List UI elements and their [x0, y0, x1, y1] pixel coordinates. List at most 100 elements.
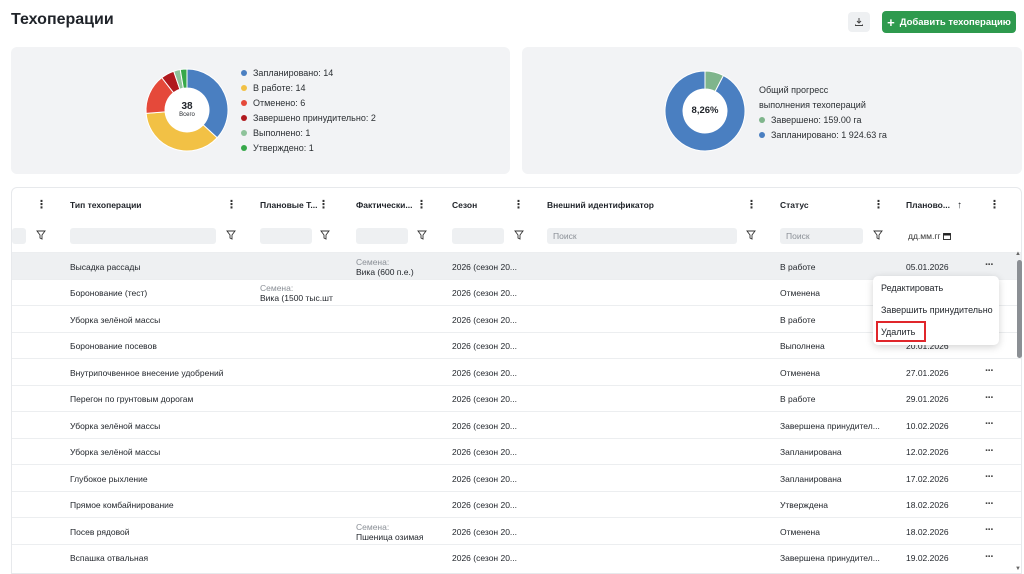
- row-actions-icon[interactable]: ···: [985, 259, 994, 271]
- row-actions-icon[interactable]: ···: [985, 392, 994, 404]
- row-actions-icon[interactable]: ···: [985, 365, 994, 377]
- planned-value: Вика (1500 тыс.шт: [260, 293, 333, 303]
- table-row[interactable]: Уборка зелёной массы 2026 (сезон 20... В р…: [12, 305, 1021, 332]
- cell-type: Уборка зелёной массы: [70, 447, 161, 457]
- status-search-input[interactable]: Поиск: [780, 228, 863, 244]
- column-menu-icon[interactable]: ⋮: [873, 199, 884, 211]
- date-filter-input[interactable]: дд.мм.гг: [908, 228, 951, 244]
- filter-row: Поиск Поиск дд.мм.гг: [12, 222, 1021, 252]
- planned-date-label: Планово...: [906, 200, 950, 210]
- actual-value: Вика (600 п.е.): [356, 266, 414, 277]
- row-actions-icon[interactable]: ···: [985, 418, 994, 430]
- cell-status: Запланирована: [780, 473, 842, 484]
- header-external-id[interactable]: Внешний идентификатор: [547, 188, 654, 222]
- row-actions-icon[interactable]: ···: [985, 498, 994, 510]
- filter-icon[interactable]: [873, 229, 883, 241]
- progress-title-line1: Общий прогресс: [759, 84, 829, 95]
- row-actions-icon[interactable]: ···: [985, 551, 994, 563]
- filter-icon[interactable]: [36, 229, 46, 241]
- legend-label: Завершено: 159.00 га: [771, 114, 862, 125]
- planned-filter-input[interactable]: [260, 228, 312, 244]
- row-actions-icon[interactable]: ···: [985, 524, 994, 536]
- cell-planned: Семена: Вика (1500 тыс.шт: [260, 280, 340, 307]
- scroll-up-icon[interactable]: ▲: [1015, 251, 1021, 257]
- table-row[interactable]: Высадка рассады Семена: Вика (600 п.е.) 202…: [12, 252, 1021, 279]
- sort-asc-icon[interactable]: ↑: [957, 200, 962, 211]
- cell-planned-date: 18.02.2026: [906, 500, 949, 510]
- cell-season: 2026 (сезон 20...: [452, 367, 518, 378]
- filter-icon[interactable]: [320, 229, 330, 241]
- calendar-icon[interactable]: [942, 232, 951, 240]
- header-planned[interactable]: Плановые Т...: [260, 188, 317, 222]
- cell-season: 2026 (сезон 20...: [452, 526, 518, 537]
- header-status[interactable]: Статус: [780, 188, 809, 222]
- column-menu-icon[interactable]: ⋮: [989, 199, 1000, 211]
- menu-item-force-finish[interactable]: Завершить принудительно: [881, 303, 993, 317]
- header-type[interactable]: Тип техоперации: [70, 188, 142, 222]
- filter-icon[interactable]: [746, 229, 756, 241]
- table-row[interactable]: Внутрипочвенное внесение удобрений 2026 (…: [12, 358, 1021, 385]
- legend-label: В работе: 14: [253, 82, 306, 93]
- column-menu-icon[interactable]: ⋮: [746, 199, 757, 211]
- legend-dot-icon: [241, 114, 247, 121]
- cell-planned-date: 17.02.2026: [906, 473, 949, 484]
- date-placeholder: дд.мм.гг: [908, 231, 941, 241]
- header-actual[interactable]: Фактически...: [356, 188, 412, 222]
- external-id-search-input[interactable]: Поиск: [547, 228, 737, 244]
- cell-season: 2026 (сезон 20...: [452, 420, 518, 431]
- header-planned-date[interactable]: Планово... ↑: [906, 188, 962, 222]
- filter-icon[interactable]: [514, 229, 524, 241]
- cell-season: 2026 (сезон 20...: [452, 288, 518, 298]
- column-menu-icon[interactable]: ⋮: [416, 199, 427, 211]
- legend-label: Отменено: 6: [253, 97, 306, 108]
- legend-item: Завершено принудительно: 2: [241, 110, 376, 125]
- table-row[interactable]: Глубокое рыхление 2026 (сезон 20... Заплан…: [12, 464, 1021, 491]
- table-row[interactable]: Посев рядовой Семена: Пшеница озимая 2026 (…: [12, 517, 1021, 544]
- row-actions-icon[interactable]: ···: [985, 445, 994, 457]
- cell-type: Уборка зелёной массы: [70, 420, 161, 431]
- cell-type: Боронование (тест): [70, 288, 148, 298]
- actual-filter-input[interactable]: [356, 228, 408, 244]
- cell-season: 2026 (сезон 20...: [452, 261, 518, 272]
- table-row[interactable]: Вспашка отвальная 2026 (сезон 20... Заверш…: [12, 543, 1021, 571]
- scrollbar-thumb[interactable]: [1017, 260, 1022, 358]
- page-title: Техоперации: [11, 11, 114, 28]
- menu-item-edit[interactable]: Редактировать: [881, 281, 943, 295]
- column-menu-icon[interactable]: ⋮: [36, 199, 47, 211]
- table-row[interactable]: Прямое комбайнирование 2026 (сезон 20... У…: [12, 490, 1021, 518]
- legend-item: Завершено: 159.00 га: [759, 112, 887, 127]
- table-row[interactable]: Уборка зелёной массы 2026 (сезон 20... Зап…: [12, 437, 1021, 465]
- cell-type: Вспашка отвальная: [70, 553, 149, 563]
- filter-icon[interactable]: [417, 229, 427, 241]
- filter-input[interactable]: [12, 228, 26, 244]
- legend-dot-icon: [759, 116, 765, 123]
- legend-item: Выполнено: 1: [241, 125, 376, 140]
- cell-type: Перегон по грунтовым дорогам: [70, 394, 194, 404]
- scroll-down-icon[interactable]: ▼: [1015, 566, 1021, 572]
- techoperations-table: ⋮ Тип техоперации ⋮ Плановые Т... ⋮ Факт…: [11, 187, 1022, 574]
- actual-value: Пшеница озимая: [356, 531, 424, 542]
- table-row[interactable]: Уборка зелёной массы 2026 (сезон 20... Зав…: [12, 411, 1021, 438]
- legend-item: Отменено: 6: [241, 95, 376, 110]
- add-techoperation-button[interactable]: + Добавить техоперацию: [882, 11, 1016, 33]
- export-button[interactable]: [848, 12, 870, 32]
- status-summary-card: 38 Всего Запланировано: 14 В работе: 14 От…: [11, 47, 510, 174]
- table-row[interactable]: Перегон по грунтовым дорогам 2026 (сезон …: [12, 384, 1021, 412]
- column-menu-icon[interactable]: ⋮: [226, 199, 237, 211]
- cell-planned-date: 29.01.2026: [906, 394, 949, 404]
- legend-dot-icon: [241, 99, 247, 106]
- season-filter-input[interactable]: [452, 228, 504, 244]
- row-context-menu: Редактировать Завершить принудительно Уд…: [873, 276, 999, 345]
- actual-label: Семена:: [356, 521, 390, 532]
- header-season[interactable]: Сезон: [452, 188, 477, 222]
- column-menu-icon[interactable]: ⋮: [513, 199, 524, 211]
- row-actions-icon[interactable]: ···: [985, 471, 994, 483]
- progress-summary-card: 8,26% Общий прогресс выполнения техопера…: [522, 47, 1022, 174]
- type-filter-input[interactable]: [70, 228, 216, 244]
- filter-icon[interactable]: [226, 229, 236, 241]
- table-row[interactable]: Боронование (тест) Семена: Вика (1500 тыс.…: [12, 278, 1021, 307]
- cell-type: Уборка зелёной массы: [70, 314, 161, 325]
- legend-dot-icon: [241, 69, 247, 76]
- column-menu-icon[interactable]: ⋮: [318, 199, 329, 211]
- table-row[interactable]: Боронование посевов 2026 (сезон 20... Выпо…: [12, 331, 1021, 359]
